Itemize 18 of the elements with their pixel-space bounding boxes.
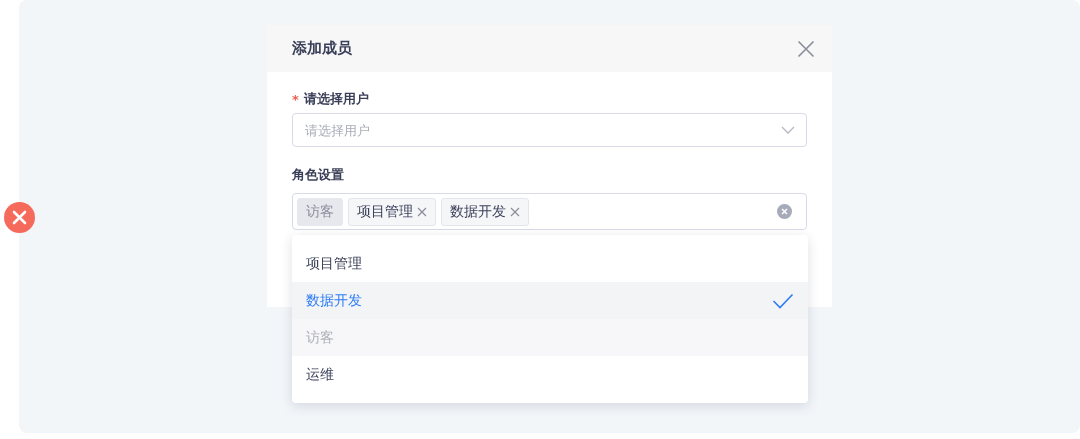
dropdown-option[interactable]: 数据开发 [292,282,808,319]
remove-icon[interactable] [510,206,520,217]
checkmark-icon [772,292,794,309]
role-tag: 数据开发 [441,197,529,226]
field-label: 请选择用户 [303,90,369,108]
clear-icon[interactable] [777,204,792,219]
close-icon[interactable] [797,39,815,58]
dropdown-option[interactable]: 项目管理 [292,245,808,282]
dropdown-option[interactable]: 运维 [292,356,808,393]
role-tag: 访客 [297,197,343,226]
required-mark: * [292,91,299,107]
chevron-down-icon [781,126,795,134]
role-tag: 项目管理 [348,197,436,226]
field-label: 角色设置 [292,166,344,184]
user-select-field[interactable]: 请选择用户 [292,113,807,147]
error-icon [4,202,35,233]
remove-icon[interactable] [417,206,427,217]
dialog-title: 添加成员 [292,39,352,58]
